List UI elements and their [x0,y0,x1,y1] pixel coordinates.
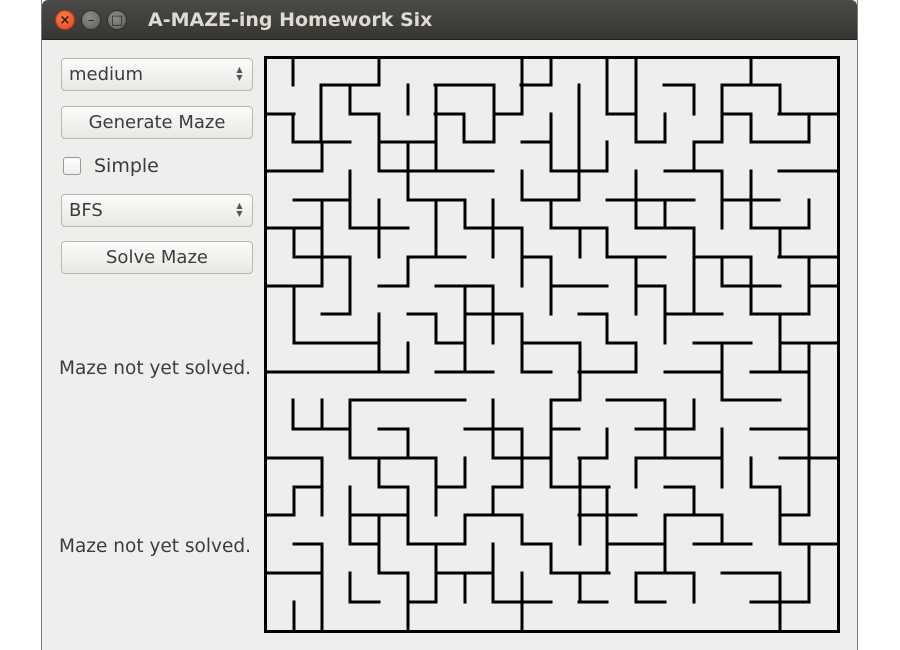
close-icon[interactable]: × [55,10,75,30]
title-bar[interactable]: × – □ A-MAZE-ing Homework Six [42,0,857,40]
maze-canvas [264,56,840,633]
updown-arrows-icon: ▲ ▼ [236,201,243,218]
status-text-primary: Maze not yet solved. [59,358,251,379]
maze-walls [264,56,840,633]
status-text-secondary: Maze not yet solved. [59,536,251,557]
algorithm-select[interactable]: BFS ▲ ▼ [61,194,253,227]
window-title: A-MAZE-ing Homework Six [148,9,433,31]
solve-maze-button[interactable]: Solve Maze [61,241,253,274]
maze-size-select[interactable]: medium ▲ ▼ [61,58,253,91]
maximize-icon[interactable]: □ [107,10,127,30]
simple-checkbox-row: Simple [63,153,159,179]
simple-checkbox-label[interactable]: Simple [94,155,159,177]
simple-checkbox[interactable] [63,157,81,175]
algorithm-value: BFS [69,200,103,221]
minimize-icon[interactable]: – [81,10,101,30]
generate-maze-button[interactable]: Generate Maze [61,106,253,139]
maze-size-value: medium [69,64,143,85]
app-window: × – □ A-MAZE-ing Homework Six medium ▲ ▼ … [41,0,858,650]
updown-arrows-icon: ▲ ▼ [236,65,243,82]
